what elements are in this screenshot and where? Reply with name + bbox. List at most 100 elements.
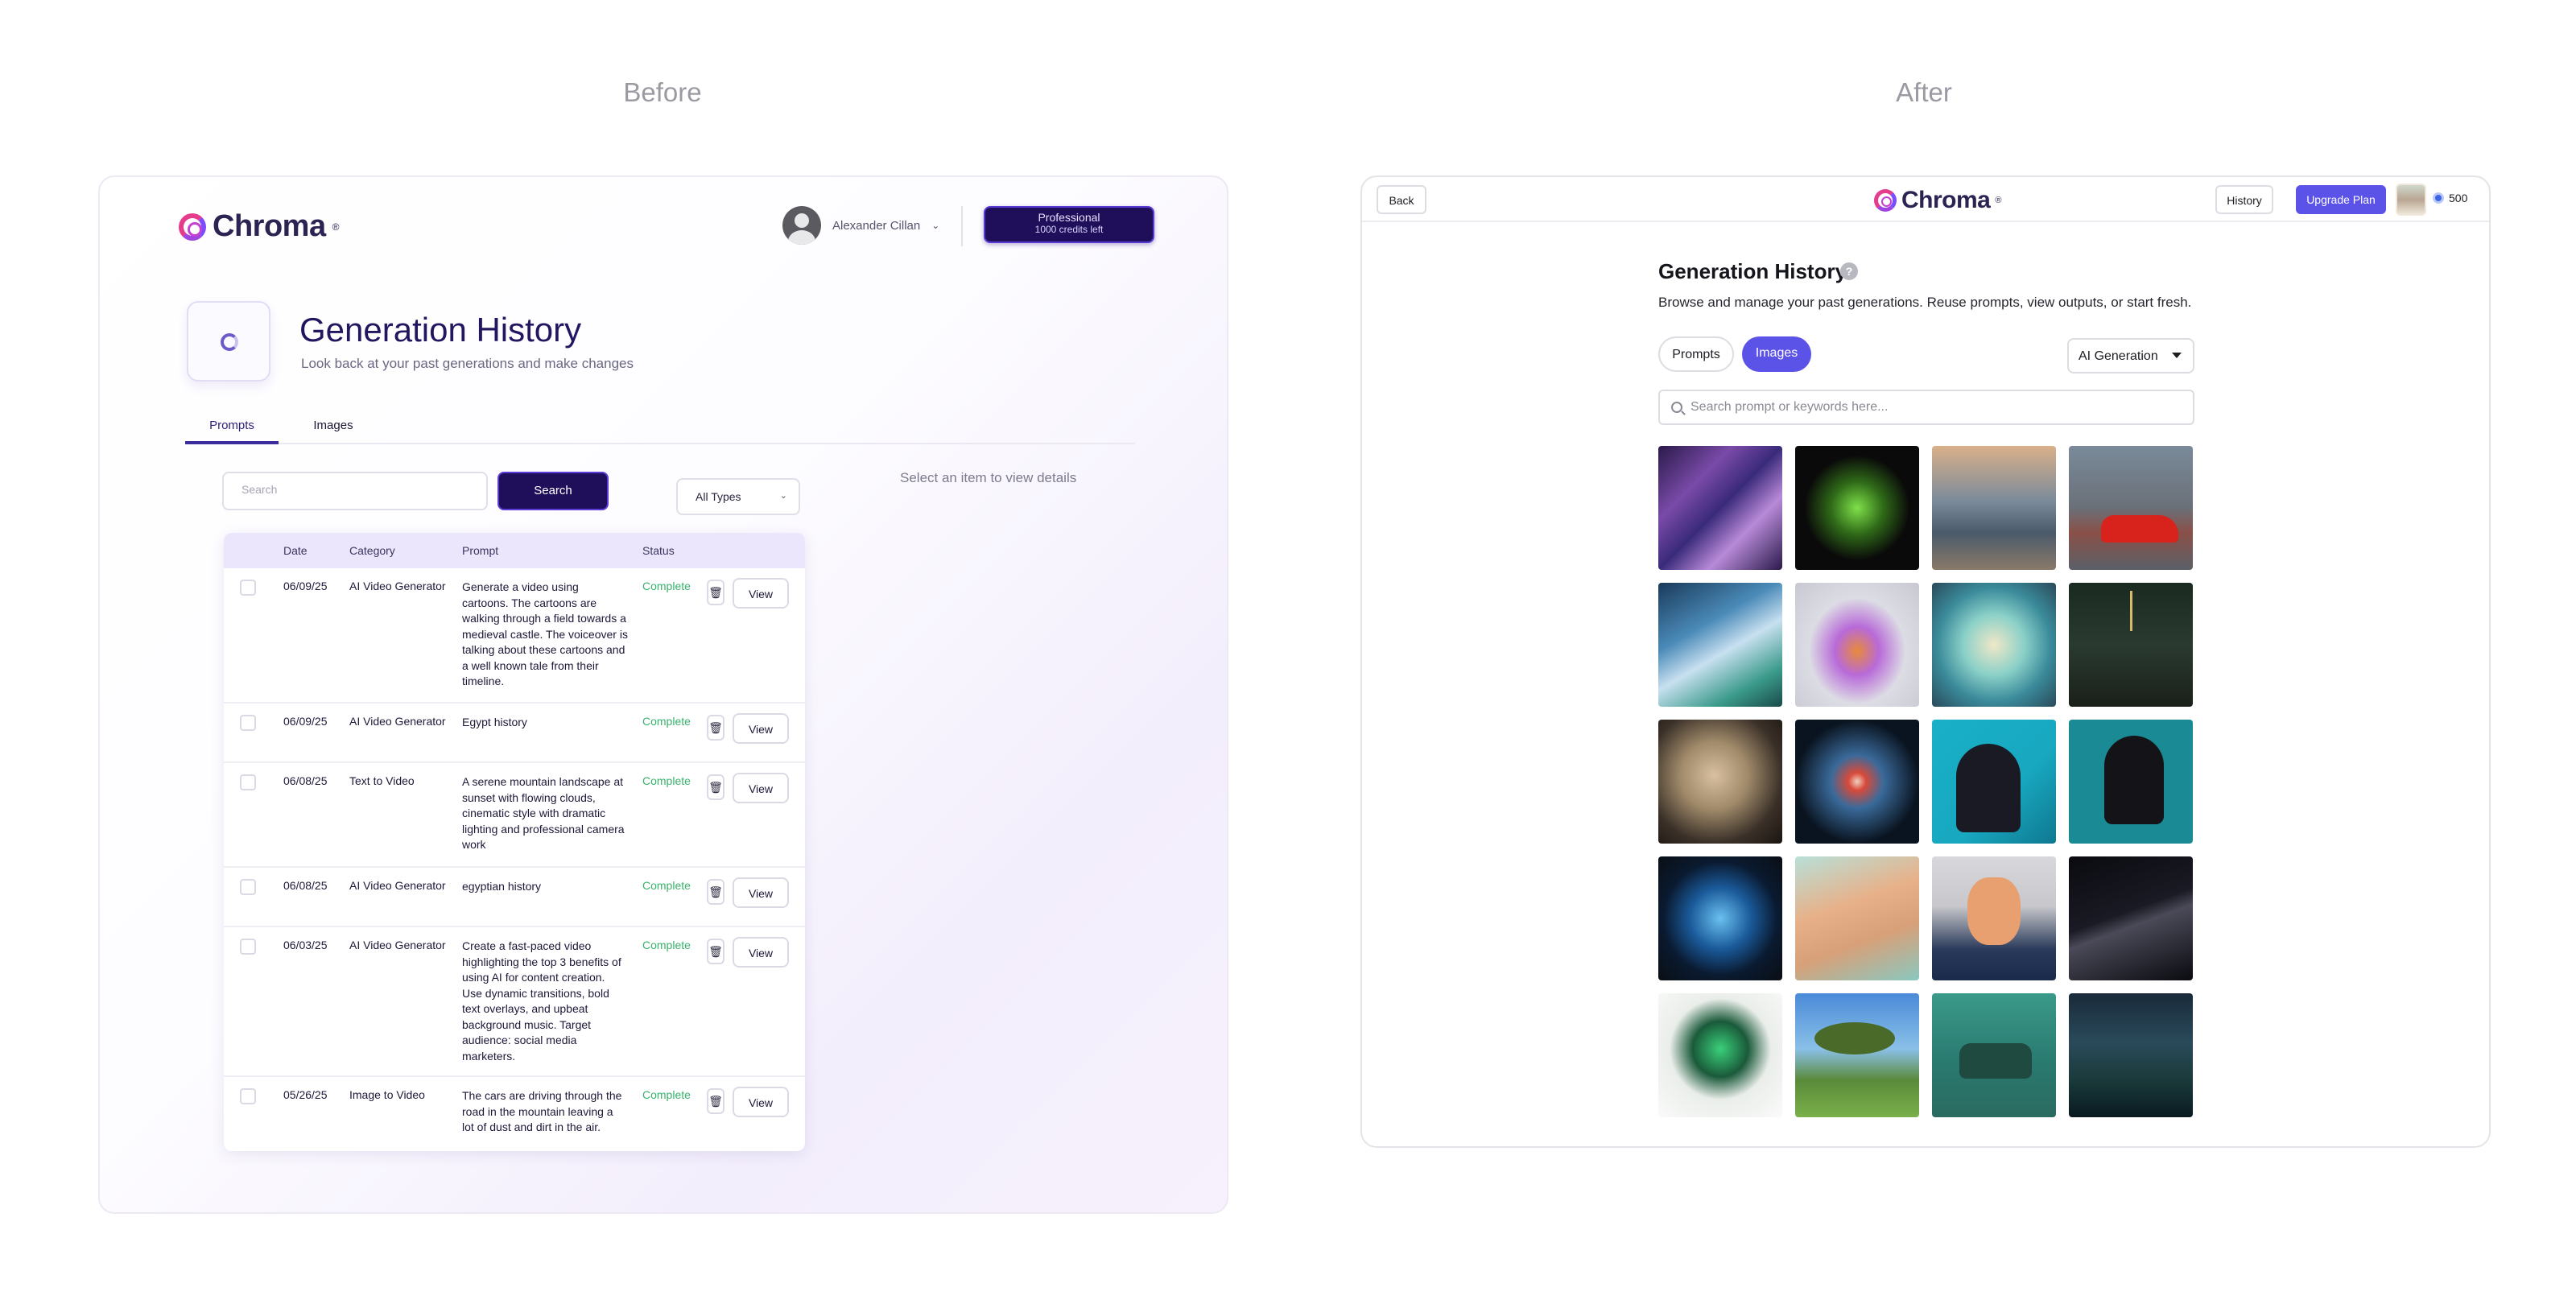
- gallery-thumbnail[interactable]: [2069, 583, 2193, 707]
- row-prompt: egyptian history: [462, 880, 542, 893]
- caret-down-icon: [2172, 353, 2182, 358]
- column-header-status: Status: [642, 544, 675, 557]
- gallery-thumbnail[interactable]: [1658, 583, 1782, 707]
- gallery-thumbnail[interactable]: [1658, 993, 1782, 1117]
- trash-icon[interactable]: 🗑: [707, 715, 724, 741]
- gallery-thumbnail[interactable]: [1795, 720, 1919, 844]
- user-menu[interactable]: Alexander Cillan ⌄: [782, 206, 939, 245]
- view-button[interactable]: View: [733, 937, 789, 968]
- trash-icon[interactable]: 🗑: [707, 879, 724, 905]
- chroma-logo-icon: [179, 213, 206, 241]
- page-title: Generation History: [1658, 259, 1847, 283]
- table-row[interactable]: 06/09/25 AI Video Generator Generate a v…: [224, 568, 805, 704]
- back-button[interactable]: Back: [1377, 185, 1426, 214]
- gallery-thumbnail[interactable]: [1932, 993, 2056, 1117]
- row-date: 06/03/25: [283, 939, 328, 951]
- tab-images[interactable]: Images: [1742, 336, 1811, 372]
- row-checkbox[interactable]: [240, 580, 256, 596]
- gallery-thumbnail[interactable]: [1795, 446, 1919, 570]
- gallery-thumbnail[interactable]: [1932, 720, 2056, 844]
- view-button[interactable]: View: [733, 773, 789, 803]
- type-filter-select[interactable]: All Types ⌄: [676, 478, 800, 515]
- search-input[interactable]: Search prompt or keywords here...: [1658, 390, 2194, 425]
- tab-prompts[interactable]: Prompts: [1658, 336, 1734, 372]
- gallery-thumbnail[interactable]: [1795, 583, 1919, 707]
- row-date: 06/09/25: [283, 580, 328, 592]
- row-status: Complete: [642, 580, 691, 592]
- trash-icon[interactable]: 🗑: [707, 1088, 724, 1114]
- history-button[interactable]: History: [2215, 185, 2273, 214]
- row-category: Text to Video: [349, 774, 415, 787]
- chroma-logo-icon: [1874, 189, 1897, 212]
- gallery-thumbnail[interactable]: [2069, 993, 2193, 1117]
- trash-icon[interactable]: 🗑: [707, 774, 724, 800]
- image-gallery: [1658, 446, 2194, 1117]
- row-checkbox[interactable]: [240, 939, 256, 955]
- row-date: 06/08/25: [283, 774, 328, 787]
- gallery-thumbnail[interactable]: [1932, 446, 2056, 570]
- row-checkbox[interactable]: [240, 774, 256, 790]
- help-icon[interactable]: ?: [1840, 262, 1858, 280]
- row-prompt: Generate a video using cartoons. The car…: [462, 580, 628, 687]
- gallery-thumbnail[interactable]: [1795, 856, 1919, 980]
- row-prompt: Egypt history: [462, 716, 527, 728]
- dropdown-value: AI Generation: [2079, 349, 2158, 363]
- generation-type-dropdown[interactable]: AI Generation: [2067, 338, 2194, 373]
- row-status: Complete: [642, 774, 691, 787]
- table-row[interactable]: 06/08/25 AI Video Generator egyptian his…: [224, 868, 805, 927]
- trash-icon[interactable]: 🗑: [707, 580, 724, 605]
- row-checkbox[interactable]: [240, 1088, 256, 1104]
- gallery-thumbnail[interactable]: [2069, 446, 2193, 570]
- plan-credits: 1000 credits left: [1034, 224, 1104, 235]
- gallery-thumbnail[interactable]: [1658, 446, 1782, 570]
- user-avatar: [782, 206, 821, 245]
- gallery-thumbnail[interactable]: [1932, 856, 2056, 980]
- chroma-logo[interactable]: Chroma ®: [1874, 187, 2001, 214]
- trash-icon[interactable]: 🗑: [707, 939, 724, 964]
- row-date: 05/26/25: [283, 1088, 328, 1101]
- row-category: AI Video Generator: [349, 580, 446, 592]
- logo-brand-text: Chroma: [1901, 187, 1991, 213]
- chroma-logo[interactable]: Chroma ®: [179, 209, 339, 244]
- column-header-date: Date: [283, 544, 308, 557]
- gallery-thumbnail[interactable]: [1658, 720, 1782, 844]
- history-hero-icon: [187, 301, 270, 382]
- search-input[interactable]: Search: [222, 472, 488, 510]
- table-row[interactable]: 06/08/25 Text to Video A serene mountain…: [224, 763, 805, 868]
- upgrade-plan-button[interactable]: Upgrade Plan: [2296, 185, 2386, 214]
- column-header-category: Category: [349, 544, 395, 557]
- gallery-thumbnail[interactable]: [1932, 583, 2056, 707]
- page-title: Generation History: [299, 311, 582, 349]
- gallery-thumbnail[interactable]: [2069, 720, 2193, 844]
- credit-coin-icon: [2433, 192, 2444, 204]
- row-date: 06/09/25: [283, 715, 328, 728]
- after-panel: Back Chroma ® History Upgrade Plan 500 G…: [1360, 175, 2491, 1148]
- plan-badge-button[interactable]: Professional 1000 credits left: [984, 206, 1154, 243]
- row-checkbox[interactable]: [240, 715, 256, 731]
- history-spinner-icon: [221, 333, 238, 351]
- top-bar: Back Chroma ® History Upgrade Plan 500: [1362, 177, 2489, 222]
- view-button[interactable]: View: [733, 877, 789, 908]
- row-checkbox[interactable]: [240, 879, 256, 895]
- table-row[interactable]: 05/26/25 Image to Video The cars are dri…: [224, 1077, 805, 1151]
- row-status: Complete: [642, 939, 691, 951]
- type-filter-value: All Types: [696, 490, 741, 503]
- gallery-thumbnail[interactable]: [1795, 993, 1919, 1117]
- before-panel: Chroma ® Alexander Cillan ⌄ Professional…: [98, 175, 1228, 1214]
- view-button[interactable]: View: [733, 1087, 789, 1117]
- search-button[interactable]: Search: [497, 472, 609, 510]
- row-category: AI Video Generator: [349, 715, 446, 728]
- user-avatar[interactable]: [2396, 184, 2426, 216]
- page-subtitle: Browse and manage your past generations.…: [1658, 295, 2192, 310]
- plan-name: Professional: [1038, 211, 1100, 224]
- credits-value: 500: [2449, 192, 2468, 204]
- gallery-thumbnail[interactable]: [1658, 856, 1782, 980]
- view-button[interactable]: View: [733, 578, 789, 609]
- table-row[interactable]: 06/09/25 AI Video Generator Egypt histor…: [224, 704, 805, 763]
- gallery-thumbnail[interactable]: [2069, 856, 2193, 980]
- table-row[interactable]: 06/03/25 AI Video Generator Create a fas…: [224, 927, 805, 1077]
- tab-images[interactable]: Images: [301, 411, 365, 444]
- view-button[interactable]: View: [733, 713, 789, 744]
- user-name: Alexander Cillan: [832, 218, 921, 233]
- tab-prompts[interactable]: Prompts: [185, 411, 279, 444]
